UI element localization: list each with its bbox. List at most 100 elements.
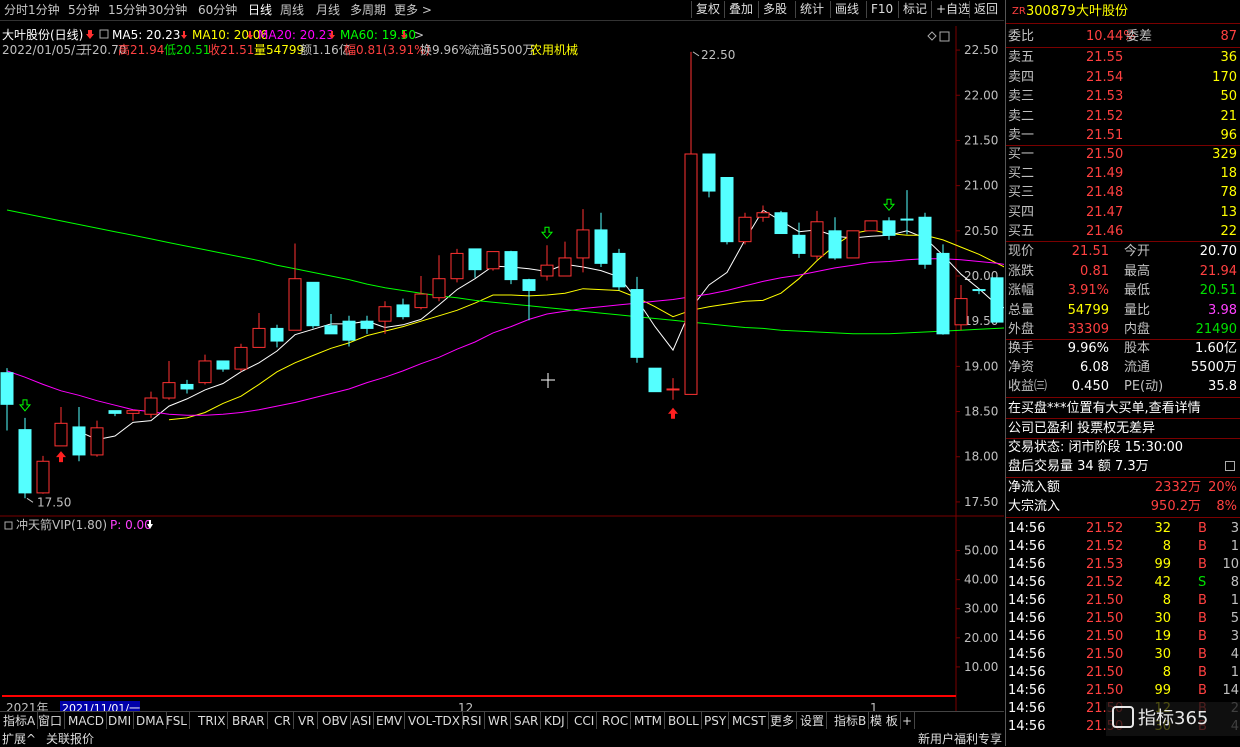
indicator-tab[interactable]: MTM bbox=[632, 712, 666, 730]
expand-box-icon[interactable] bbox=[1225, 461, 1235, 471]
indicator-tab[interactable]: MACD bbox=[66, 712, 107, 730]
toolbar-button[interactable]: 返回 bbox=[969, 1, 1002, 18]
period-tab[interactable]: 分时 bbox=[4, 2, 28, 18]
settings-box-icon[interactable] bbox=[99, 29, 109, 39]
indicator-tab[interactable]: PSY bbox=[702, 712, 730, 730]
candle[interactable] bbox=[846, 230, 860, 259]
candle[interactable] bbox=[738, 212, 752, 245]
candle[interactable] bbox=[756, 205, 770, 222]
related-quote-button[interactable]: 关联报价 bbox=[46, 730, 94, 747]
indicator-tab[interactable]: 更多 bbox=[768, 712, 798, 730]
period-tab[interactable]: 60分钟 bbox=[198, 2, 237, 18]
indicator-tab[interactable]: 指标B bbox=[832, 712, 870, 730]
indicator-tab[interactable]: DMI bbox=[106, 712, 135, 730]
indicator-box-icon[interactable] bbox=[4, 521, 13, 530]
candle[interactable] bbox=[936, 244, 950, 335]
indicator-tab[interactable]: TRIX bbox=[196, 712, 229, 730]
period-tab[interactable]: 15分钟 bbox=[108, 2, 147, 18]
candle[interactable] bbox=[36, 455, 50, 494]
period-tab[interactable]: 1分钟 bbox=[28, 2, 60, 18]
indicator-tab[interactable]: BRAR bbox=[230, 712, 268, 730]
candle[interactable] bbox=[144, 391, 158, 418]
candle[interactable] bbox=[648, 367, 662, 393]
period-tab[interactable]: 5分钟 bbox=[68, 2, 100, 18]
candle[interactable] bbox=[828, 217, 842, 260]
toolbar-button[interactable]: 叠加 bbox=[724, 1, 757, 18]
indicator-tab[interactable]: MCST bbox=[730, 712, 769, 730]
toolbar-button[interactable]: +自选 bbox=[931, 1, 974, 18]
candle[interactable] bbox=[558, 241, 572, 277]
candle[interactable] bbox=[342, 315, 356, 347]
candle[interactable] bbox=[198, 354, 212, 385]
candle[interactable] bbox=[810, 210, 824, 260]
add-tab-button[interactable]: + bbox=[900, 712, 916, 730]
candle[interactable] bbox=[918, 212, 932, 269]
kline-chart[interactable]: 22.5022.0021.5021.0020.5020.0019.5019.00… bbox=[0, 21, 1004, 721]
candle[interactable] bbox=[702, 153, 716, 198]
candle[interactable] bbox=[162, 360, 176, 400]
candle[interactable] bbox=[396, 298, 410, 320]
toolbar-button[interactable]: 统计 bbox=[795, 1, 828, 18]
period-tab[interactable]: 周线 bbox=[280, 2, 304, 18]
candle[interactable] bbox=[882, 217, 896, 240]
candle[interactable] bbox=[72, 407, 86, 462]
indicator-tab[interactable]: 指标A bbox=[1, 712, 39, 730]
candle[interactable] bbox=[630, 276, 644, 363]
indicator-tab[interactable]: OBV bbox=[320, 712, 351, 730]
indicator-tab[interactable]: FSL bbox=[164, 712, 190, 730]
candle[interactable] bbox=[306, 281, 320, 329]
toolbar-button[interactable]: F10 bbox=[866, 1, 897, 18]
period-tab[interactable]: 30分钟 bbox=[148, 2, 187, 18]
indicator-tab[interactable]: ROC bbox=[600, 712, 632, 730]
toolbar-button[interactable]: 多股 bbox=[758, 1, 791, 18]
indicator-tab[interactable]: ASI bbox=[350, 712, 375, 730]
candle[interactable] bbox=[90, 420, 104, 457]
diamond-icon[interactable] bbox=[927, 31, 937, 41]
indicator-tab[interactable]: 窗口 bbox=[36, 712, 66, 730]
candle[interactable] bbox=[666, 378, 680, 400]
toolbar-button[interactable]: 复权 bbox=[691, 1, 724, 18]
candle[interactable] bbox=[108, 410, 122, 417]
indicator-tab[interactable]: WR bbox=[486, 712, 512, 730]
candle[interactable] bbox=[18, 417, 32, 499]
candle[interactable] bbox=[576, 209, 590, 273]
candle[interactable] bbox=[522, 278, 536, 321]
candle[interactable] bbox=[270, 324, 284, 348]
period-tab[interactable]: 日线 bbox=[248, 2, 272, 18]
indicator-tab[interactable]: BOLL bbox=[666, 712, 702, 730]
indicator-tab[interactable]: VR bbox=[296, 712, 318, 730]
period-tab[interactable]: 更多 > bbox=[394, 2, 432, 18]
expand-button[interactable]: 扩展^ bbox=[2, 730, 36, 747]
candle[interactable] bbox=[126, 410, 140, 421]
indicator-tab[interactable]: CCI bbox=[572, 712, 598, 730]
indicator-tab[interactable]: EMV bbox=[374, 712, 406, 730]
candle[interactable] bbox=[432, 255, 446, 302]
candle[interactable] bbox=[792, 222, 806, 258]
candle[interactable] bbox=[288, 243, 302, 331]
candle[interactable] bbox=[774, 210, 788, 235]
indicator-tab[interactable]: VOL-TDX bbox=[406, 712, 463, 730]
indicator-tab[interactable]: SAR bbox=[512, 712, 542, 730]
candle[interactable] bbox=[0, 368, 14, 431]
indicator-tab[interactable]: DMA bbox=[134, 712, 167, 730]
candle[interactable] bbox=[612, 248, 626, 291]
candle[interactable] bbox=[54, 407, 68, 447]
candle[interactable] bbox=[504, 250, 518, 285]
indicator-tab[interactable]: CR bbox=[272, 712, 294, 730]
quote-row[interactable]: 在买盘***位置有大买单,查看详情 bbox=[1006, 399, 1240, 418]
candle[interactable] bbox=[540, 245, 554, 281]
toolbar-button[interactable]: 画线 bbox=[830, 1, 863, 18]
candle[interactable] bbox=[468, 248, 482, 278]
period-tab[interactable]: 月线 bbox=[316, 2, 340, 18]
promo-link[interactable]: 新用户福利专享 bbox=[918, 730, 1002, 747]
candle[interactable] bbox=[216, 360, 230, 372]
candle[interactable] bbox=[720, 176, 734, 245]
candle[interactable] bbox=[450, 248, 464, 283]
period-tab[interactable]: 多周期 bbox=[350, 2, 386, 18]
indicator-tab[interactable]: 模 板 bbox=[868, 712, 901, 730]
candle[interactable] bbox=[378, 301, 392, 334]
indicator-tab[interactable]: 设置 bbox=[798, 712, 828, 730]
candle[interactable] bbox=[954, 285, 968, 331]
candle[interactable] bbox=[594, 212, 608, 267]
window-box-icon[interactable] bbox=[939, 31, 950, 42]
